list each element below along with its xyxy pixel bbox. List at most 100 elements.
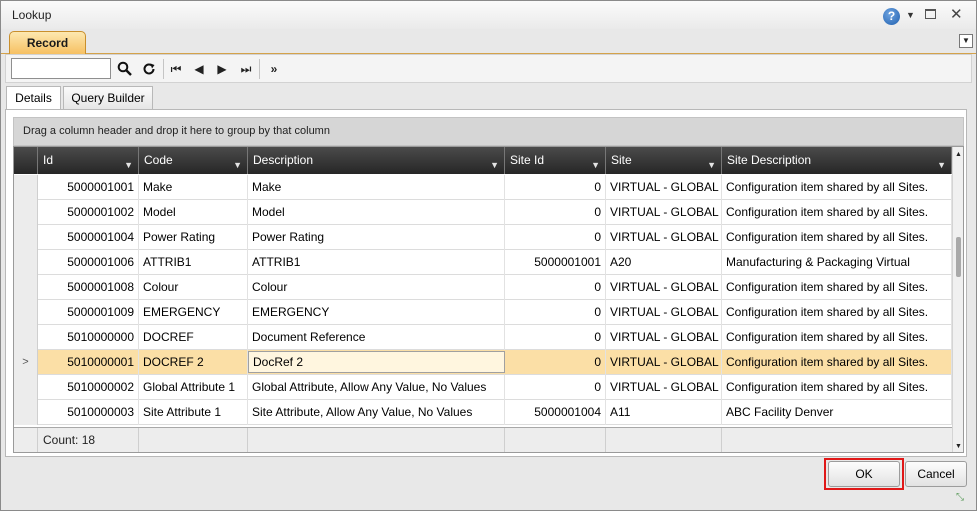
row-indicator[interactable] bbox=[14, 225, 38, 250]
last-page-icon[interactable]: ⏭ bbox=[235, 58, 257, 80]
cell-site-id[interactable]: 0 bbox=[505, 275, 606, 300]
table-row[interactable]: 5000001002 Model Model 0 VIRTUAL - GLOBAL Con… bbox=[14, 200, 952, 225]
chevron-down-icon[interactable]: ▼ bbox=[906, 10, 915, 20]
cell-description[interactable]: Make bbox=[248, 175, 505, 200]
first-page-icon[interactable]: ⏮ bbox=[165, 58, 187, 80]
cell-site[interactable]: VIRTUAL - GLOBAL bbox=[606, 375, 722, 400]
table-row[interactable]: 5010000002 Global Attribute 1 Global Attri… bbox=[14, 375, 952, 400]
cell-site-description[interactable]: Configuration item shared by all Sites. bbox=[722, 225, 952, 250]
cell-code[interactable]: Make bbox=[139, 175, 248, 200]
cell-code[interactable]: Power Rating bbox=[139, 225, 248, 250]
cell-code[interactable]: Model bbox=[139, 200, 248, 225]
cell-code[interactable]: Colour bbox=[139, 275, 248, 300]
scroll-up-icon[interactable]: ▲ bbox=[955, 151, 962, 158]
table-row[interactable]: 5010000003 Site Attribute 1 Site Attribute… bbox=[14, 400, 952, 425]
cell-description[interactable]: Power Rating bbox=[248, 225, 505, 250]
table-row[interactable]: >5010000001 DOCREF 2 DocRef 2 0 VIRTUAL - GL… bbox=[14, 350, 952, 375]
scroll-thumb[interactable] bbox=[956, 237, 961, 277]
cell-description[interactable]: Document Reference bbox=[248, 325, 505, 350]
cell-code[interactable]: DOCREF 2 bbox=[139, 350, 248, 375]
cell-site-description[interactable]: ABC Facility Denver bbox=[722, 400, 952, 425]
row-indicator[interactable] bbox=[14, 400, 38, 425]
cell-site-description[interactable]: Configuration item shared by all Sites. bbox=[722, 175, 952, 200]
cell-code[interactable]: EMERGENCY bbox=[139, 300, 248, 325]
cell-site-id[interactable]: 0 bbox=[505, 225, 606, 250]
cell-description[interactable]: Global Attribute, Allow Any Value, No Va… bbox=[248, 375, 505, 400]
cell-id[interactable]: 5000001002 bbox=[38, 200, 139, 225]
cell-site-description[interactable]: Manufacturing & Packaging Virtual bbox=[722, 250, 952, 275]
group-by-bar[interactable]: Drag a column header and drop it here to… bbox=[13, 117, 964, 146]
resize-grip-icon[interactable]: ⤡ bbox=[956, 492, 964, 503]
row-indicator[interactable] bbox=[14, 325, 38, 350]
cell-code[interactable]: ATTRIB1 bbox=[139, 250, 248, 275]
row-indicator[interactable] bbox=[14, 375, 38, 400]
row-indicator[interactable] bbox=[14, 275, 38, 300]
strip-dropdown-icon[interactable]: ▼ bbox=[959, 34, 973, 48]
table-row[interactable]: 5000001004 Power Rating Power Rating 0 VIRTU… bbox=[14, 225, 952, 250]
cell-site-id[interactable]: 0 bbox=[505, 325, 606, 350]
cell-description[interactable]: EMERGENCY bbox=[248, 300, 505, 325]
cell-site-description[interactable]: Configuration item shared by all Sites. bbox=[722, 200, 952, 225]
column-header-site-id[interactable]: Site Id ▼ bbox=[505, 147, 606, 174]
cell-site-description[interactable]: Configuration item shared by all Sites. bbox=[722, 325, 952, 350]
cell-site[interactable]: VIRTUAL - GLOBAL bbox=[606, 350, 722, 375]
vertical-scrollbar[interactable]: ▲ ▼ bbox=[952, 147, 963, 452]
cell-id[interactable]: 5000001008 bbox=[38, 275, 139, 300]
tab-details[interactable]: Details bbox=[6, 86, 61, 110]
cell-site[interactable]: VIRTUAL - GLOBAL bbox=[606, 325, 722, 350]
table-row[interactable]: 5000001008 Colour Colour 0 VIRTUAL - GLOBAL C… bbox=[14, 275, 952, 300]
column-header-code[interactable]: Code ▼ bbox=[139, 147, 248, 174]
cell-site-description[interactable]: Configuration item shared by all Sites. bbox=[722, 350, 952, 375]
row-indicator[interactable] bbox=[14, 300, 38, 325]
row-indicator[interactable]: > bbox=[14, 350, 38, 375]
cell-id[interactable]: 5010000002 bbox=[38, 375, 139, 400]
cell-id[interactable]: 5010000000 bbox=[38, 325, 139, 350]
table-row[interactable]: 5000001001 Make Make 0 VIRTUAL - GLOBAL Confi… bbox=[14, 175, 952, 200]
refresh-icon[interactable] bbox=[138, 58, 160, 80]
cell-code[interactable]: DOCREF bbox=[139, 325, 248, 350]
scroll-down-icon[interactable]: ▼ bbox=[955, 443, 962, 450]
cell-site-description[interactable]: Configuration item shared by all Sites. bbox=[722, 375, 952, 400]
cell-description[interactable]: Site Attribute, Allow Any Value, No Valu… bbox=[248, 400, 505, 425]
cell-id[interactable]: 5010000003 bbox=[38, 400, 139, 425]
prev-icon[interactable]: ◀ bbox=[188, 58, 210, 80]
search-icon[interactable] bbox=[114, 58, 136, 80]
cell-description[interactable]: DocRef 2 bbox=[248, 351, 505, 373]
cell-code[interactable]: Global Attribute 1 bbox=[139, 375, 248, 400]
cell-site-id[interactable]: 0 bbox=[505, 375, 606, 400]
cell-id[interactable]: 5000001001 bbox=[38, 175, 139, 200]
cell-site-description[interactable]: Configuration item shared by all Sites. bbox=[722, 275, 952, 300]
cell-site-id[interactable]: 0 bbox=[505, 300, 606, 325]
cell-site[interactable]: A20 bbox=[606, 250, 722, 275]
cell-description[interactable]: Colour bbox=[248, 275, 505, 300]
cell-site-id[interactable]: 0 bbox=[505, 200, 606, 225]
table-row[interactable]: 5000001006 ATTRIB1 ATTRIB1 5000001001 A20 Man… bbox=[14, 250, 952, 275]
cell-site-id[interactable]: 5000001001 bbox=[505, 250, 606, 275]
table-row[interactable]: 5010000000 DOCREF Document Reference 0 VIRTU… bbox=[14, 325, 952, 350]
cell-site-id[interactable]: 5000001004 bbox=[505, 400, 606, 425]
restore-icon[interactable] bbox=[925, 9, 936, 19]
table-row[interactable]: 5000001009 EMERGENCY EMERGENCY 0 VIRTUAL - G… bbox=[14, 300, 952, 325]
column-header-description[interactable]: Description ▼ bbox=[248, 147, 505, 174]
cell-id[interactable]: 5000001009 bbox=[38, 300, 139, 325]
cell-site-description[interactable]: Configuration item shared by all Sites. bbox=[722, 300, 952, 325]
double-chevron-icon[interactable]: » bbox=[263, 58, 285, 80]
column-header-id[interactable]: Id ▼ bbox=[38, 147, 139, 174]
cell-site-id[interactable]: 0 bbox=[505, 175, 606, 200]
cell-id[interactable]: 5010000001 bbox=[38, 350, 139, 375]
cell-site[interactable]: VIRTUAL - GLOBAL bbox=[606, 200, 722, 225]
help-icon[interactable]: ? bbox=[883, 8, 900, 25]
next-icon[interactable]: ▶ bbox=[211, 58, 233, 80]
cell-code[interactable]: Site Attribute 1 bbox=[139, 400, 248, 425]
cancel-button[interactable]: Cancel bbox=[905, 461, 967, 487]
cell-site[interactable]: VIRTUAL - GLOBAL bbox=[606, 300, 722, 325]
cell-site[interactable]: VIRTUAL - GLOBAL bbox=[606, 275, 722, 300]
row-indicator[interactable] bbox=[14, 175, 38, 200]
cell-id[interactable]: 5000001006 bbox=[38, 250, 139, 275]
column-header-site-description[interactable]: Site Description ▼ bbox=[722, 147, 952, 174]
tab-record[interactable]: Record bbox=[9, 31, 86, 54]
cell-site[interactable]: VIRTUAL - GLOBAL bbox=[606, 225, 722, 250]
tab-query-builder[interactable]: Query Builder bbox=[63, 86, 153, 109]
cell-description[interactable]: ATTRIB1 bbox=[248, 250, 505, 275]
row-indicator[interactable] bbox=[14, 250, 38, 275]
